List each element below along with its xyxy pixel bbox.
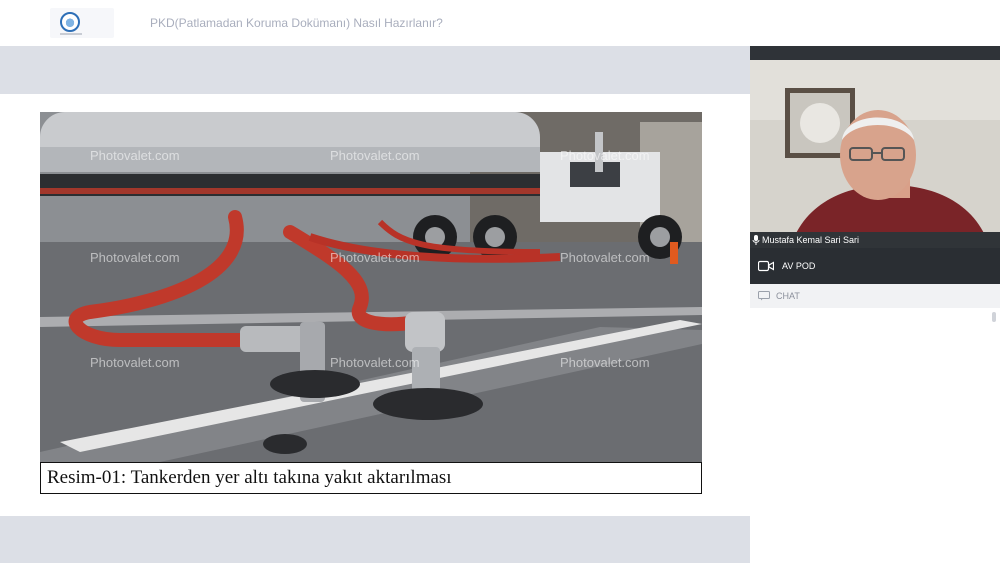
svg-text:Photovalet.com: Photovalet.com <box>330 148 420 163</box>
panel-top-strip <box>750 46 1000 60</box>
microphone-icon <box>752 235 760 245</box>
svg-text:Photovalet.com: Photovalet.com <box>330 355 420 370</box>
chat-label: CHAT <box>776 291 800 301</box>
presenter-name: Mustafa Kemal Sari Sari <box>762 235 860 245</box>
presenter-name-bar: Mustafa Kemal Sari Sari <box>750 232 1000 248</box>
presenter-video[interactable] <box>750 60 1000 248</box>
svg-text:Photovalet.com: Photovalet.com <box>90 148 180 163</box>
slide: Photovalet.com Photovalet.com Photovalet… <box>0 94 750 516</box>
chat-header[interactable]: CHAT <box>750 284 1000 308</box>
chat-scrollbar[interactable] <box>992 312 996 322</box>
slide-caption-box: Resim-01: Tankerden yer altı takına yakı… <box>40 462 702 494</box>
av-pod-label: AV POD <box>782 261 816 271</box>
top-bar: PKD(Patlamadan Koruma Dokümanı) Nasıl Ha… <box>0 0 1000 46</box>
svg-text:Photovalet.com: Photovalet.com <box>90 355 180 370</box>
chat-body[interactable] <box>750 308 1000 563</box>
page-title: PKD(Patlamadan Koruma Dokümanı) Nasıl Ha… <box>150 16 443 30</box>
presentation-stage: Photovalet.com Photovalet.com Photovalet… <box>0 46 750 563</box>
svg-text:Photovalet.com: Photovalet.com <box>560 355 650 370</box>
av-pod-header[interactable]: AV POD <box>750 248 1000 284</box>
organization-logo[interactable] <box>50 8 114 38</box>
side-panel: Mustafa Kemal Sari Sari AV POD CHAT <box>750 46 1000 563</box>
logo-wordmark <box>60 33 82 35</box>
svg-text:Photovalet.com: Photovalet.com <box>560 148 650 163</box>
svg-text:Photovalet.com: Photovalet.com <box>90 250 180 265</box>
svg-text:Photovalet.com: Photovalet.com <box>330 250 420 265</box>
logo-icon <box>60 12 80 32</box>
camera-icon <box>758 260 774 272</box>
slide-photo: Photovalet.com Photovalet.com Photovalet… <box>40 112 702 462</box>
svg-text:Photovalet.com: Photovalet.com <box>560 250 650 265</box>
slide-caption: Resim-01: Tankerden yer altı takına yakı… <box>47 467 452 488</box>
chat-icon <box>758 291 770 301</box>
